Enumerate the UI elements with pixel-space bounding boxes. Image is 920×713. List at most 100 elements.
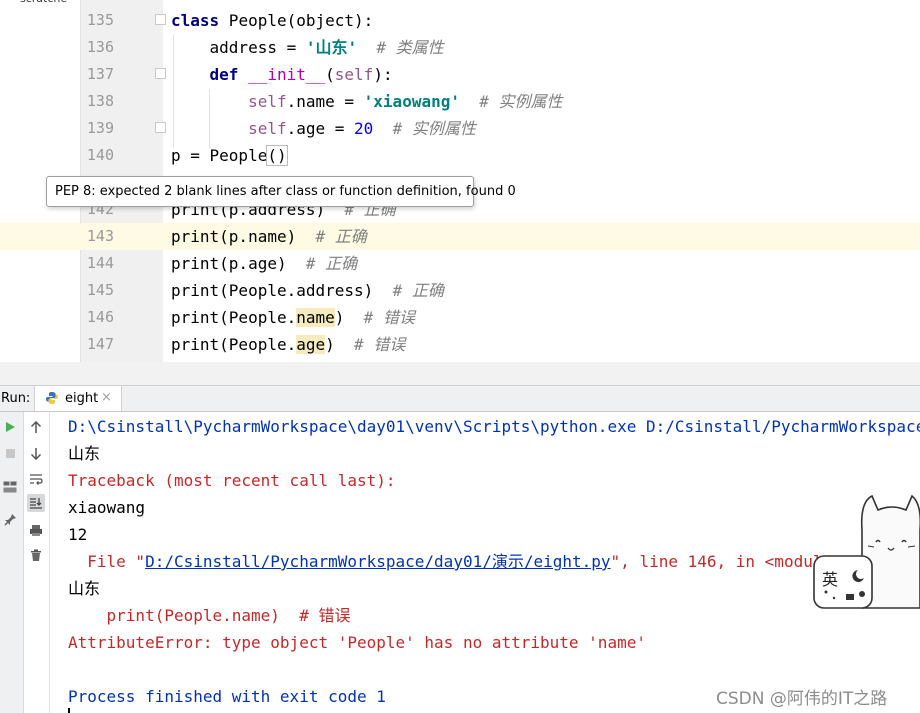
code-text: self.name = 'xiaowang' # 实例属性 <box>171 88 563 115</box>
console-line: Process finished with exit code 1 <box>68 687 386 706</box>
code-text: print(People.address) # 正确 <box>171 277 444 304</box>
console-line: print(People.name) # 错误 <box>68 606 351 625</box>
python-file-icon <box>46 392 58 404</box>
code-text: def __init__(self): <box>171 61 393 88</box>
code-token: self <box>248 119 287 138</box>
code-token: def <box>209 65 239 84</box>
run-console-output[interactable]: D:\Csinstall\PycharmWorkspace\day01\venv… <box>50 412 920 713</box>
line-number: 140 <box>86 146 114 164</box>
code-token: # 错误 <box>354 335 406 354</box>
run-icon[interactable] <box>1 418 19 436</box>
line-number: 144 <box>86 254 114 272</box>
indent-guide <box>173 35 174 148</box>
code-text: self.age = 20 # 实例属性 <box>171 115 476 142</box>
code-text: print(People.name) # 错误 <box>171 304 415 331</box>
code-line[interactable]: 145 print(People.address) # 正确 <box>0 277 920 304</box>
code-text: class People(object): <box>171 7 373 34</box>
code-token: address = <box>171 38 306 57</box>
code-token: () <box>266 145 288 166</box>
console-line: D:\Csinstall\PycharmWorkspace\day01\venv… <box>68 417 920 436</box>
run-tab-eight[interactable]: eight × <box>34 386 122 411</box>
code-line[interactable]: 136 address = '山东' # 类属性 <box>0 34 920 61</box>
code-token: 20 <box>354 119 374 138</box>
trash-icon[interactable] <box>27 546 45 564</box>
code-token: self <box>334 65 374 84</box>
line-number: 139 <box>86 119 114 137</box>
line-number: 146 <box>86 308 114 326</box>
pin-icon[interactable] <box>1 510 19 528</box>
code-token: print(People. <box>171 335 297 354</box>
scroll-to-end-icon[interactable] <box>27 494 45 512</box>
close-icon[interactable]: × <box>101 390 112 405</box>
code-token: # 错误 <box>363 308 415 327</box>
code-token: # 正确 <box>305 254 358 273</box>
code-token: print(People. <box>171 308 297 327</box>
panel-divider[interactable] <box>0 362 920 386</box>
line-number: 138 <box>86 92 114 110</box>
code-token: # 正确 <box>392 281 444 300</box>
traceback-suffix: ", line 146, in <module> <box>610 552 842 571</box>
soft-wrap-icon[interactable] <box>27 470 45 488</box>
code-token: ( <box>325 65 335 84</box>
code-line[interactable]: 139 self.age = 20 # 实例属性 <box>0 115 920 142</box>
console-line: AttributeError: type object 'People' has… <box>68 633 646 652</box>
ime-language-indicator[interactable]: 英 <box>822 566 852 589</box>
traceback-file-link[interactable]: D:/Csinstall/PycharmWorkspace/day01/演示/e… <box>145 552 610 571</box>
csdn-watermark: CSDN @阿伟的IT之路 <box>716 689 888 709</box>
code-token: # 实例属性 <box>373 119 476 138</box>
code-token: class <box>171 11 220 30</box>
print-icon[interactable] <box>27 521 45 539</box>
code-line[interactable]: 138 self.name = 'xiaowang' # 实例属性 <box>0 88 920 115</box>
code-line[interactable]: 135 class People(object): <box>0 7 920 34</box>
up-arrow-icon[interactable] <box>27 418 45 436</box>
layout-icon[interactable] <box>1 478 19 496</box>
fold-marker-icon[interactable] <box>155 14 166 25</box>
run-tab-label: eight <box>65 391 99 406</box>
line-number: 136 <box>86 38 114 56</box>
down-arrow-icon[interactable] <box>27 444 45 462</box>
line-number: 147 <box>86 335 114 353</box>
code-line[interactable]: 143 print(p.name) # 正确 <box>0 223 920 250</box>
console-line: 山东 <box>68 444 101 463</box>
line-number: 135 <box>86 11 114 29</box>
code-editor[interactable]: scratche 135class People(object):136 add… <box>0 0 920 362</box>
code-token: ) <box>325 335 355 354</box>
code-token: # 实例属性 <box>459 92 563 111</box>
code-line[interactable]: 146 print(People.name) # 错误 <box>0 304 920 331</box>
code-line[interactable]: 140 p = People() <box>0 142 920 169</box>
text-caret <box>68 708 70 713</box>
code-token: age <box>296 335 326 354</box>
stop-icon[interactable] <box>1 444 19 462</box>
run-left-toolbar <box>0 412 24 713</box>
line-number: 145 <box>86 281 114 299</box>
code-text: print(p.age) # 正确 <box>171 250 357 277</box>
code-token: print(People.address) <box>171 281 393 300</box>
code-line[interactable]: 137 def __init__(self): <box>0 61 920 88</box>
code-line[interactable]: 144 print(p.age) # 正确 <box>0 250 920 277</box>
traceback-prefix: File " <box>68 552 146 571</box>
code-token: __init__ <box>248 65 326 84</box>
tab-fragment-label: scratche <box>20 0 67 5</box>
console-line: File "D:/Csinstall/PycharmWorkspace/day0… <box>68 548 842 575</box>
line-number: 137 <box>86 65 114 83</box>
code-token: .age = <box>286 119 355 138</box>
code-line[interactable]: 147 print(People.age) # 错误 <box>0 331 920 358</box>
code-token: '山东' <box>305 38 358 57</box>
code-token: self <box>248 92 287 111</box>
code-token: p = People <box>171 146 268 165</box>
fold-marker-icon[interactable] <box>155 68 166 79</box>
code-text: p = People() <box>171 142 288 169</box>
cat-mascot-image <box>813 494 920 609</box>
code-token: # 类属性 <box>357 38 444 57</box>
code-text: print(p.name) # 正确 <box>171 223 367 250</box>
console-toolbar <box>24 412 50 713</box>
console-line: 山东 <box>68 579 101 598</box>
code-token: print(p.name) <box>171 227 316 246</box>
run-panel-label: Run: <box>1 391 31 406</box>
fold-marker-icon[interactable] <box>155 122 166 133</box>
run-panel-header: Run: eight × <box>0 386 920 412</box>
console-line: Traceback (most recent call last): <box>68 471 396 490</box>
console-line: 12 <box>68 525 88 544</box>
